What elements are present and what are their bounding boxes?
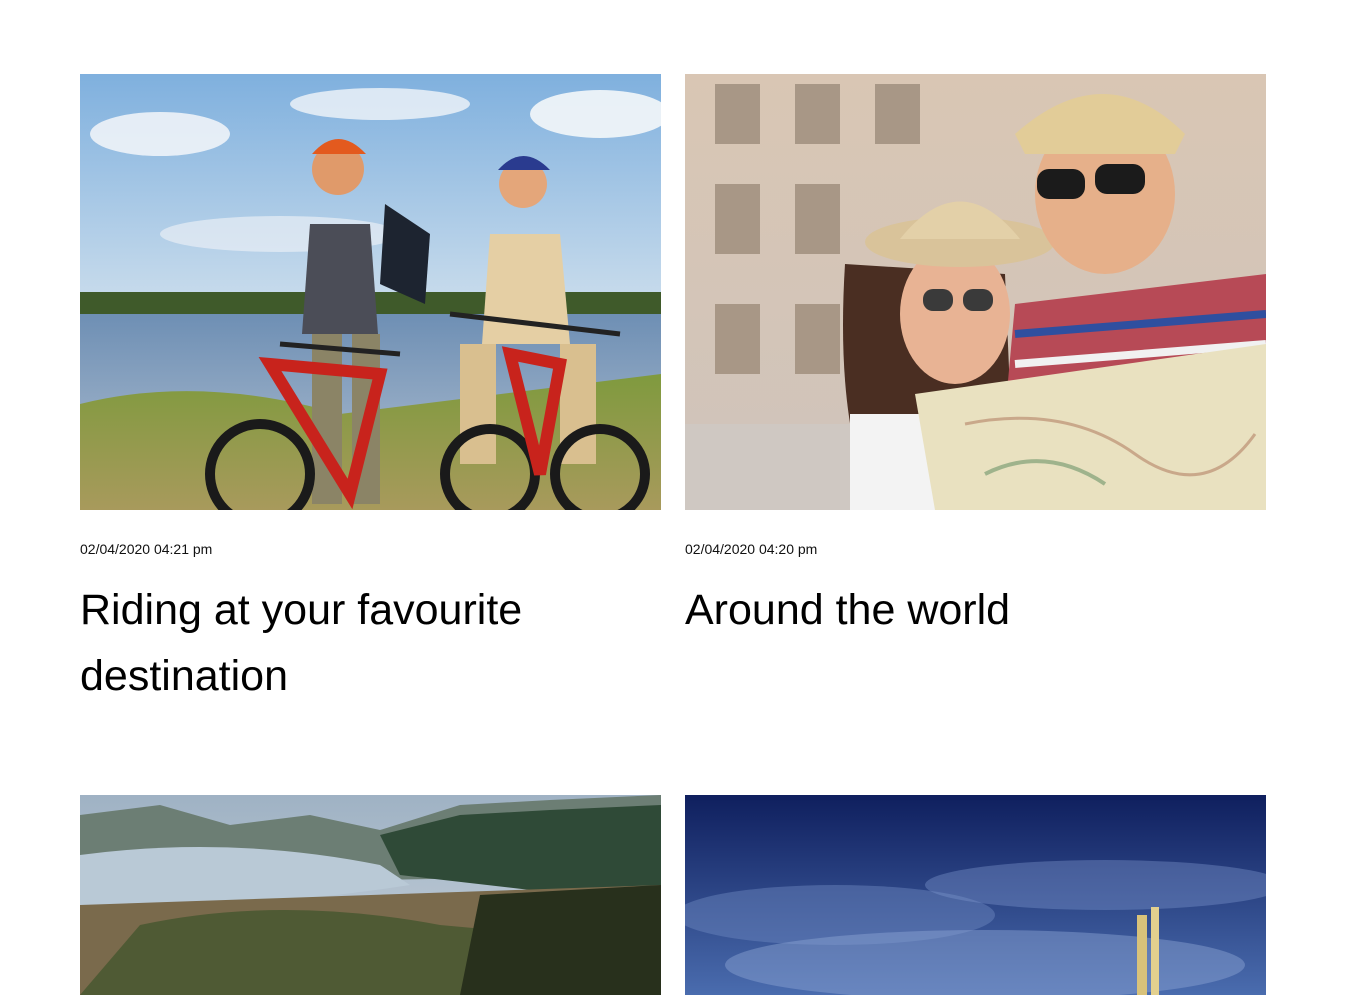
post-card: 02/04/2020 04:20 pm Around the world [685, 74, 1266, 709]
cyclists-photo [80, 74, 661, 510]
post-card-link[interactable] [685, 74, 1266, 510]
post-card-link[interactable] [685, 795, 1266, 995]
post-date: 02/04/2020 04:21 pm [80, 541, 213, 557]
post-card [685, 795, 1266, 995]
post-image-cyclists[interactable] [80, 74, 661, 510]
post-image-travellers[interactable] [685, 74, 1266, 510]
valley-photo [80, 795, 661, 995]
travellers-photo [685, 74, 1266, 510]
post-title[interactable]: Around the world [685, 577, 1266, 643]
post-date: 02/04/2020 04:20 pm [685, 541, 818, 557]
post-title[interactable]: Riding at your favourite destination [80, 577, 661, 709]
sky-photo [685, 795, 1266, 995]
post-image-valley[interactable] [80, 795, 661, 995]
post-image-sky[interactable] [685, 795, 1266, 995]
post-card: 02/04/2020 04:21 pm Riding at your favou… [80, 74, 661, 709]
post-card-link[interactable] [80, 74, 661, 510]
post-card-link[interactable] [80, 795, 661, 995]
blog-posts-grid: 02/04/2020 04:21 pm Riding at your favou… [80, 74, 1266, 995]
post-card [80, 795, 661, 995]
